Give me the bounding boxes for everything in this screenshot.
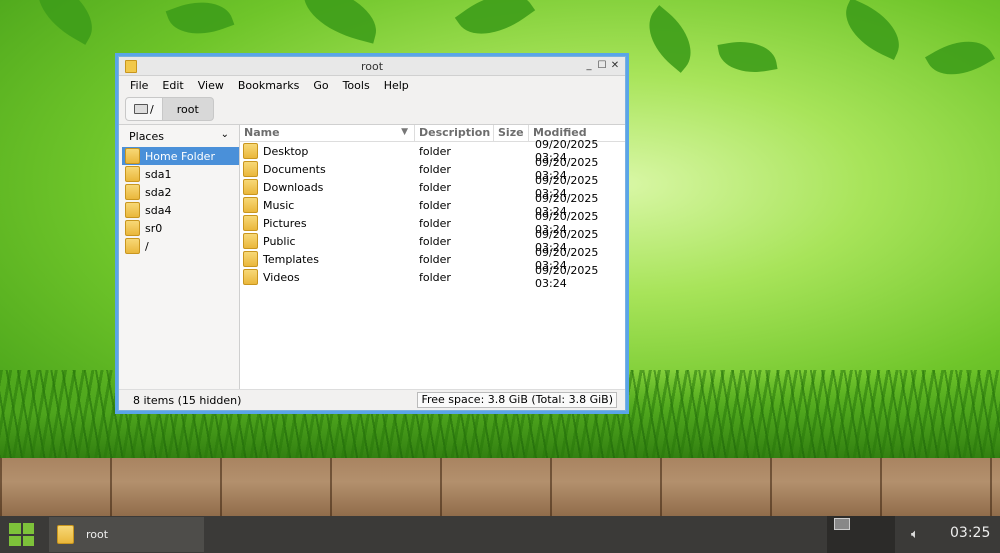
folder-icon	[243, 215, 258, 231]
file-name-cell: Videos	[240, 269, 413, 285]
sidebar-item-label: /	[145, 239, 149, 253]
file-name-cell: Desktop	[240, 143, 413, 159]
menu-go[interactable]: Go	[306, 79, 335, 92]
sidebar-item-label: Home Folder	[145, 149, 215, 163]
window-title: root	[360, 60, 384, 73]
folder-icon	[57, 525, 74, 544]
file-description: folder	[419, 162, 451, 176]
menu-edit[interactable]: Edit	[155, 79, 190, 92]
grid-menu-icon[interactable]	[9, 523, 34, 546]
folder-icon	[125, 148, 140, 164]
drive-icon	[134, 104, 148, 114]
menu-view[interactable]: View	[191, 79, 231, 92]
folder-icon	[125, 166, 140, 182]
menu-file[interactable]: File	[123, 79, 155, 92]
folder-icon	[243, 233, 258, 249]
file-name: Desktop	[263, 144, 309, 158]
file-name: Music	[263, 198, 295, 212]
wallpaper-deck	[0, 458, 1000, 518]
menu-help[interactable]: Help	[377, 79, 416, 92]
path-root-label: /	[150, 102, 154, 116]
file-description: folder	[419, 144, 451, 158]
file-name-cell: Public	[240, 233, 413, 249]
file-name-cell: Downloads	[240, 179, 413, 195]
file-name: Documents	[263, 162, 326, 176]
places-header-label: Places	[129, 129, 164, 143]
sidebar-item-sda1[interactable]: sda1	[119, 165, 239, 183]
column-modified[interactable]: Modified	[529, 125, 625, 141]
window-titlebar[interactable]: root _ ☐ ✕	[119, 57, 625, 76]
item-count: 8 items (15 hidden)	[133, 393, 242, 407]
menu-tools[interactable]: Tools	[336, 79, 377, 92]
chevron-down-icon[interactable]: ⌄	[221, 129, 229, 140]
column-name-label: Name	[244, 126, 280, 139]
taskbar-window-label: root	[86, 528, 109, 541]
file-name-cell: Templates	[240, 251, 413, 267]
sidebar-item-label: sda2	[145, 185, 172, 199]
file-name: Templates	[263, 252, 319, 266]
sidebar-item-root[interactable]: /	[119, 237, 239, 255]
file-description: folder	[419, 234, 451, 248]
file-description: folder	[419, 270, 451, 284]
path-bar: / root	[119, 94, 625, 124]
folder-icon	[243, 269, 258, 285]
free-space: Free space: 3.8 GiB (Total: 3.8 GiB)	[417, 392, 617, 408]
status-bar: 8 items (15 hidden) Free space: 3.8 GiB …	[119, 389, 625, 410]
folder-icon	[125, 238, 140, 254]
file-name: Public	[263, 234, 296, 248]
file-list[interactable]: Name ▼ Description Size Modified Desktop…	[240, 125, 625, 390]
folder-icon	[243, 143, 258, 159]
file-description: folder	[419, 198, 451, 212]
file-manager-window[interactable]: root _ ☐ ✕ File Edit View Bookmarks Go T…	[118, 56, 626, 411]
places-header[interactable]: Places ⌄	[119, 125, 239, 147]
taskbar-window-button[interactable]: root	[49, 517, 204, 552]
menubar: File Edit View Bookmarks Go Tools Help	[119, 76, 625, 94]
column-size[interactable]: Size	[494, 125, 529, 141]
maximize-button[interactable]: ☐	[596, 59, 608, 72]
folder-icon	[125, 202, 140, 218]
column-description[interactable]: Description	[415, 125, 494, 141]
path-root-button[interactable]: /	[125, 97, 163, 121]
workspace-thumbnail[interactable]	[834, 518, 850, 530]
speaker-icon[interactable]: 🔈︎	[911, 527, 919, 542]
window-body: Places ⌄ Home Folder sda1 sda2 sda4 sr0 …	[119, 124, 625, 390]
taskbar: root 🔈︎ 03:25	[0, 516, 1000, 553]
file-description: folder	[419, 216, 451, 230]
sidebar-item-label: sda1	[145, 167, 172, 181]
clock[interactable]: 03:25	[950, 525, 990, 541]
sidebar-item-sr0[interactable]: sr0	[119, 219, 239, 237]
column-headers: Name ▼ Description Size Modified	[240, 125, 625, 142]
file-name-cell: Music	[240, 197, 413, 213]
file-name-cell: Documents	[240, 161, 413, 177]
file-name: Downloads	[263, 180, 324, 194]
file-description: folder	[419, 180, 451, 194]
places-sidebar: Places ⌄ Home Folder sda1 sda2 sda4 sr0 …	[119, 125, 240, 390]
path-current-button[interactable]: root	[162, 97, 214, 121]
sort-down-icon: ▼	[401, 127, 408, 137]
folder-icon	[125, 184, 140, 200]
path-current-label: root	[176, 102, 199, 116]
sidebar-item-sda2[interactable]: sda2	[119, 183, 239, 201]
folder-icon	[125, 220, 140, 236]
menu-bookmarks[interactable]: Bookmarks	[231, 79, 306, 92]
folder-icon	[243, 161, 258, 177]
minimize-button[interactable]: _	[583, 59, 595, 72]
file-rows: Desktop folder 09/20/2025 03:24 Documents fo…	[240, 138, 625, 290]
folder-icon	[243, 197, 258, 213]
sidebar-item-sda4[interactable]: sda4	[119, 201, 239, 219]
file-row[interactable]: Videos folder 09/20/2025 03:24	[240, 264, 625, 290]
file-description: folder	[419, 252, 451, 266]
file-name: Pictures	[263, 216, 307, 230]
close-button[interactable]: ✕	[609, 59, 621, 72]
file-modified: 09/20/2025 03:24	[535, 264, 599, 290]
sidebar-item-label: sda4	[145, 203, 172, 217]
column-name[interactable]: Name ▼	[240, 125, 415, 141]
sidebar-item-home-folder[interactable]: Home Folder	[122, 147, 239, 165]
file-name: Videos	[263, 270, 300, 284]
file-name-cell: Pictures	[240, 215, 413, 231]
folder-icon	[243, 179, 258, 195]
folder-icon	[243, 251, 258, 267]
workspace-pager[interactable]	[827, 516, 895, 553]
sidebar-item-label: sr0	[145, 221, 163, 235]
